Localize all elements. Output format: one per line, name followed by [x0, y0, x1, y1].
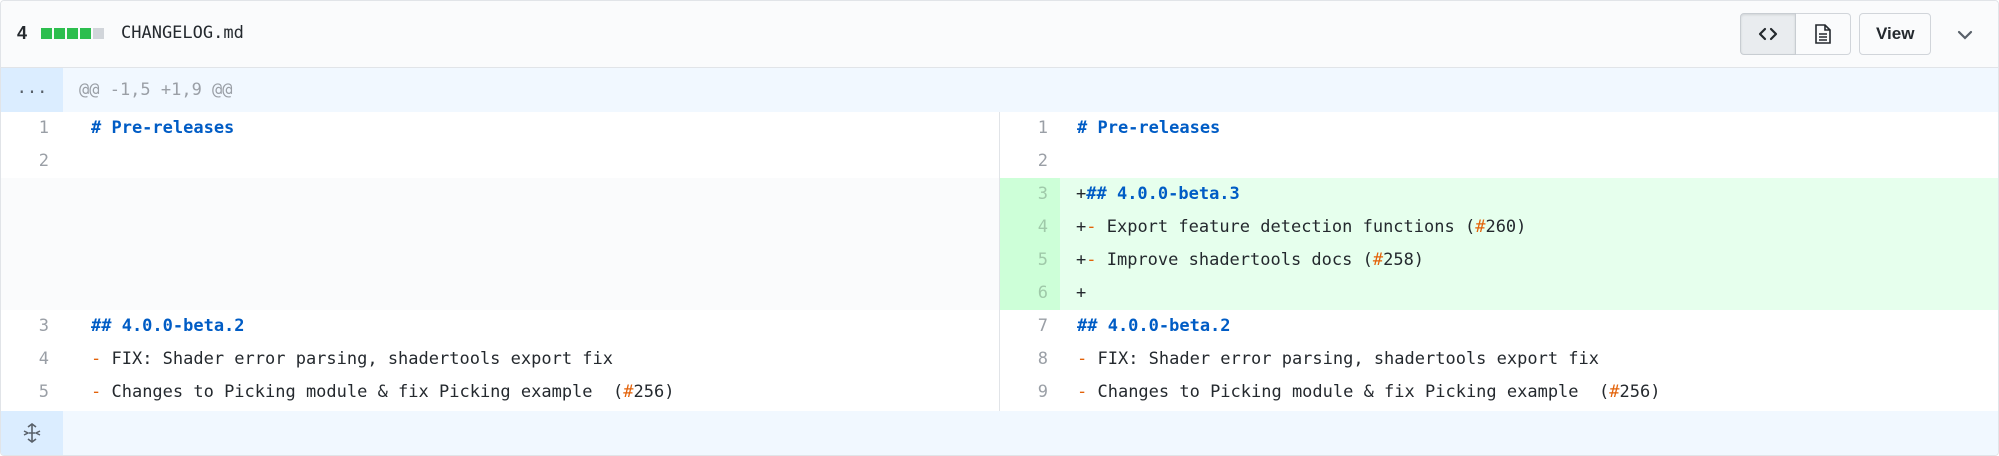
hunk-range: @@ -1,5 +1,9 @@	[79, 80, 233, 100]
right-code-line-added: +## 4.0.0-beta.3	[1060, 178, 1998, 211]
expand-all-button[interactable]	[1, 411, 63, 455]
left-line-number[interactable]: 3	[1, 310, 61, 343]
empty-left-cell	[1, 178, 999, 211]
file-name[interactable]: CHANGELOG.md	[121, 23, 244, 43]
diffstat-block	[41, 28, 52, 39]
hunk-header: ... @@ -1,5 +1,9 @@	[1, 68, 1998, 112]
diff-file: 4 CHANGELOG.md View ... @@ -1,5 +1,9 @@ …	[0, 0, 1999, 456]
code-token: #	[623, 382, 634, 402]
code-token: -	[91, 349, 102, 369]
right-code-line: ## 4.0.0-beta.2	[1077, 310, 1977, 343]
code-token: 260)	[1485, 217, 1527, 237]
code-token: +	[1076, 217, 1087, 237]
right-code-line: - FIX: Shader error parsing, shadertools…	[1077, 343, 1977, 376]
code-token: #	[1609, 382, 1620, 402]
left-line-number[interactable]: 4	[1, 343, 61, 376]
left-code-line: # Pre-releases	[91, 112, 991, 145]
right-code-line-added: +	[1060, 277, 1998, 310]
right-code-line	[1077, 145, 1977, 178]
code-token: Changes to Picking module & fix Picking …	[1087, 382, 1610, 402]
right-line-number[interactable]: 7	[1000, 310, 1060, 343]
code-token: ## 4.0.0-beta.2	[1077, 316, 1231, 336]
right-line-number[interactable]: 6	[1000, 277, 1060, 310]
file-icon	[1815, 24, 1831, 44]
left-line-number[interactable]: 1	[1, 112, 61, 145]
left-code-line: ## 4.0.0-beta.2	[91, 310, 991, 343]
right-line-number[interactable]: 4	[1000, 211, 1060, 244]
left-code-line	[91, 145, 991, 178]
right-line-number[interactable]: 8	[1000, 343, 1060, 376]
code-token: +	[1076, 283, 1087, 303]
file-options-toggle[interactable]	[1953, 23, 1977, 47]
code-token: FIX: Shader error parsing, shadertools e…	[101, 349, 613, 369]
code-token: FIX: Shader error parsing, shadertools e…	[1087, 349, 1599, 369]
empty-left-cell	[1, 277, 999, 310]
right-code-line-added: +- Export feature detection functions (#…	[1060, 211, 1998, 244]
right-line-number[interactable]: 3	[1000, 178, 1060, 211]
diffstat-block	[67, 28, 78, 39]
code-token: 256)	[633, 382, 675, 402]
code-token: Changes to Picking module & fix Picking …	[101, 382, 624, 402]
view-toggle	[1740, 13, 1851, 55]
right-line-number[interactable]: 9	[1000, 376, 1060, 409]
code-token: +	[1076, 250, 1087, 270]
change-count: 4	[17, 23, 28, 43]
code-token: -	[1086, 217, 1097, 237]
left-line-number[interactable]: 2	[1, 145, 61, 178]
expand-up-button[interactable]: ...	[1, 68, 63, 112]
rich-diff-button[interactable]	[1796, 13, 1851, 55]
split-divider	[999, 112, 1000, 412]
diffstat	[41, 28, 104, 39]
code-token: +	[1076, 184, 1087, 204]
right-code-line-added: +- Improve shadertools docs (#258)	[1060, 244, 1998, 277]
hunk-footer	[1, 411, 1998, 455]
code-token: # Pre-releases	[91, 118, 235, 138]
code-token: 258)	[1383, 250, 1425, 270]
right-line-number[interactable]: 1	[1000, 112, 1060, 145]
code-token: -	[91, 382, 102, 402]
code-token: -	[1086, 250, 1097, 270]
right-line-number[interactable]: 2	[1000, 145, 1060, 178]
left-code-line: - FIX: Shader error parsing, shadertools…	[91, 343, 991, 376]
view-file-button[interactable]: View	[1859, 13, 1932, 55]
code-token: 256)	[1619, 382, 1661, 402]
right-code-line: - Changes to Picking module & fix Pickin…	[1077, 376, 1977, 409]
unfold-icon	[23, 423, 41, 443]
code-token: ## 4.0.0-beta.3	[1086, 184, 1240, 204]
code-token: # Pre-releases	[1077, 118, 1221, 138]
code-token: Export feature detection functions (	[1096, 217, 1476, 237]
code-token: Improve shadertools docs (	[1096, 250, 1373, 270]
diffstat-block	[80, 28, 91, 39]
right-code-line: # Pre-releases	[1077, 112, 1977, 145]
empty-left-cell	[1, 211, 999, 244]
right-line-number[interactable]: 5	[1000, 244, 1060, 277]
code-token: -	[1077, 349, 1088, 369]
code-icon	[1758, 27, 1778, 41]
left-code-line: - Changes to Picking module & fix Pickin…	[91, 376, 991, 409]
diffstat-block	[93, 28, 104, 39]
code-token: #	[1372, 250, 1384, 270]
source-diff-button[interactable]	[1740, 13, 1796, 55]
diffstat-block	[54, 28, 65, 39]
left-line-number[interactable]: 5	[1, 376, 61, 409]
chevron-down-icon	[1957, 30, 1973, 40]
code-token: ## 4.0.0-beta.2	[91, 316, 245, 336]
empty-left-cell	[1, 244, 999, 277]
code-token: -	[1077, 382, 1088, 402]
file-header: 4 CHANGELOG.md View	[1, 1, 1998, 68]
code-token: #	[1475, 217, 1486, 237]
